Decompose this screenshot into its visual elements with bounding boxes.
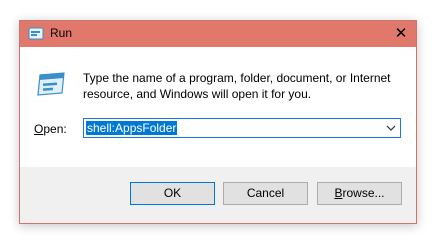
run-dialog: Run ✕ Type the name of a program, folder… bbox=[19, 20, 417, 224]
close-button[interactable]: ✕ bbox=[386, 21, 416, 47]
run-app-icon bbox=[28, 27, 44, 40]
title-bar[interactable]: Run ✕ bbox=[20, 21, 416, 47]
ok-button[interactable]: OK bbox=[130, 182, 215, 205]
browse-label-rest: rowse... bbox=[342, 186, 385, 200]
cancel-button[interactable]: Cancel bbox=[223, 182, 308, 205]
chevron-down-icon[interactable] bbox=[385, 122, 397, 134]
open-label-rest: pen: bbox=[43, 122, 67, 136]
open-combobox[interactable]: shell:AppsFolder bbox=[83, 118, 401, 138]
window-title: Run bbox=[50, 26, 73, 40]
close-icon: ✕ bbox=[394, 25, 408, 42]
open-label: Open: bbox=[34, 122, 67, 136]
button-bar: OK Cancel Browse... bbox=[20, 167, 416, 223]
run-dialog-icon bbox=[37, 72, 65, 96]
description-text: Type the name of a program, folder, docu… bbox=[83, 71, 391, 101]
browse-button[interactable]: Browse... bbox=[317, 182, 402, 205]
dialog-content: Type the name of a program, folder, docu… bbox=[20, 47, 416, 167]
open-label-mnemonic: O bbox=[34, 122, 44, 136]
browse-mnemonic: B bbox=[334, 186, 343, 200]
open-input-value[interactable]: shell:AppsFolder bbox=[86, 121, 178, 135]
